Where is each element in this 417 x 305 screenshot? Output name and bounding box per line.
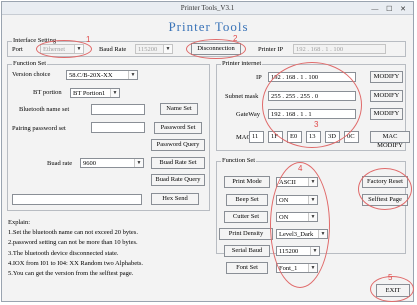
function-set-right-title: Function Set — [221, 157, 257, 165]
chevron-down-icon: ▼ — [128, 71, 137, 79]
printer-internet-title: Printer internet — [221, 60, 263, 68]
explain-title: Explain: — [8, 219, 31, 226]
annotation-number-4: 4 — [298, 164, 303, 173]
password-set-button[interactable]: Password Set — [154, 122, 202, 134]
annotation-number-5: 5 — [388, 273, 393, 282]
mac-field-1[interactable]: 11 — [249, 131, 264, 143]
port-label: Port — [12, 46, 23, 53]
bt-portion-value: BT Portion1 — [73, 90, 106, 97]
bt-portion-label: BT portion — [33, 89, 62, 96]
bluetooth-name-input[interactable] — [91, 104, 145, 115]
modify-mask-button[interactable]: MODIFY — [370, 90, 403, 102]
gateway-label: GateWay — [236, 111, 261, 118]
modify-gateway-button[interactable]: MODIFY — [370, 108, 403, 120]
annotation-number-2: 2 — [233, 34, 238, 43]
function-set-group: Function Set — [7, 60, 210, 211]
version-choice-select[interactable]: 58.C/B-20X-XX ▼ — [66, 70, 138, 80]
font-set-button[interactable]: Font Set — [226, 262, 268, 274]
explain-line: 2.password setting can not be more than … — [8, 239, 138, 247]
chevron-down-icon: ▼ — [110, 89, 119, 97]
cutter-set-button[interactable]: Cutter Set — [224, 211, 268, 223]
baud-rate-select[interactable]: 115200 ▼ — [135, 44, 173, 54]
title-bar: Printer Tools_V3.1 — ☐ ✕ — [2, 2, 413, 15]
annotation-circle-1 — [36, 40, 92, 58]
subnet-mask-label: Subnet mask — [225, 93, 259, 100]
modify-ip-button[interactable]: MODIFY — [370, 71, 403, 83]
annotation-number-3: 3 — [314, 120, 319, 129]
print-mode-button[interactable]: Print Mode — [224, 176, 270, 188]
window-title: Printer Tools_V3.1 — [180, 4, 235, 12]
window-controls[interactable]: — ☐ ✕ — [371, 3, 409, 15]
name-set-button[interactable]: Name Set — [160, 103, 198, 115]
explain-line: 5.You can get the version from the selft… — [8, 270, 134, 278]
version-choice-value: 58.C/B-20X-XX — [69, 72, 113, 79]
page-title: Printer Tools — [168, 19, 249, 34]
baud-rate-label: Baud Rate — [99, 46, 127, 53]
printer-ip-field[interactable]: 192 . 168 . 1 . 100 — [293, 44, 386, 54]
printer-ip-octet: 192 — [296, 46, 306, 53]
chevron-down-icon: ▼ — [134, 159, 143, 167]
annotation-circle-factory — [358, 168, 412, 210]
printer-ip-label: Printer IP — [258, 46, 284, 53]
explain-section: Explain: 1.Set the bluetooth name can no… — [8, 218, 143, 279]
bluetooth-name-label: Bluetooth name set — [19, 106, 70, 113]
hex-send-input[interactable] — [12, 194, 142, 205]
printer-ip-octet: 1 — [325, 46, 329, 53]
annotation-circle-4 — [270, 162, 330, 288]
annotation-circle-3 — [262, 62, 362, 148]
buad-rate-value: 9600 — [83, 160, 96, 167]
version-choice-label: Version choice — [12, 71, 51, 78]
buad-rate-query-button[interactable]: Buad Rate Query — [151, 174, 205, 186]
ip-label: IP — [256, 74, 262, 81]
printer-ip-octet: 100 — [333, 46, 344, 53]
function-set-title: Function Set — [12, 60, 48, 68]
explain-line: 4.IOX from I01 to I04: XX Random two Alp… — [8, 259, 144, 267]
print-density-button[interactable]: Print Density — [219, 228, 273, 240]
baud-rate-value: 115200 — [138, 46, 158, 53]
beep-set-button[interactable]: Beep Set — [226, 194, 268, 206]
password-query-button[interactable]: Password Query — [151, 139, 205, 151]
pairing-password-label: Pairing password set — [12, 125, 66, 132]
hex-send-button[interactable]: Hex Send — [151, 193, 199, 205]
bt-portion-select[interactable]: BT Portion1 ▼ — [70, 88, 120, 98]
buad-rate-select[interactable]: 9600 ▼ — [80, 158, 144, 168]
serial-baud-button[interactable]: Serial Baud — [224, 245, 270, 257]
buad-rate-label: Buad rate — [47, 160, 73, 167]
pairing-password-input[interactable] — [91, 122, 145, 133]
annotation-number-1: 1 — [86, 35, 91, 44]
explain-line: 3.The bluetooth device disconnected stat… — [8, 249, 119, 257]
mac-modify-button[interactable]: MAC MODIFY — [370, 131, 410, 149]
buad-rate-set-button[interactable]: Buad Rate Set — [151, 157, 205, 169]
chevron-down-icon: ▼ — [163, 45, 172, 53]
explain-line: 1.Set the bluetooth name can not exceed … — [8, 229, 138, 237]
printer-ip-octet: 168 — [310, 46, 321, 53]
